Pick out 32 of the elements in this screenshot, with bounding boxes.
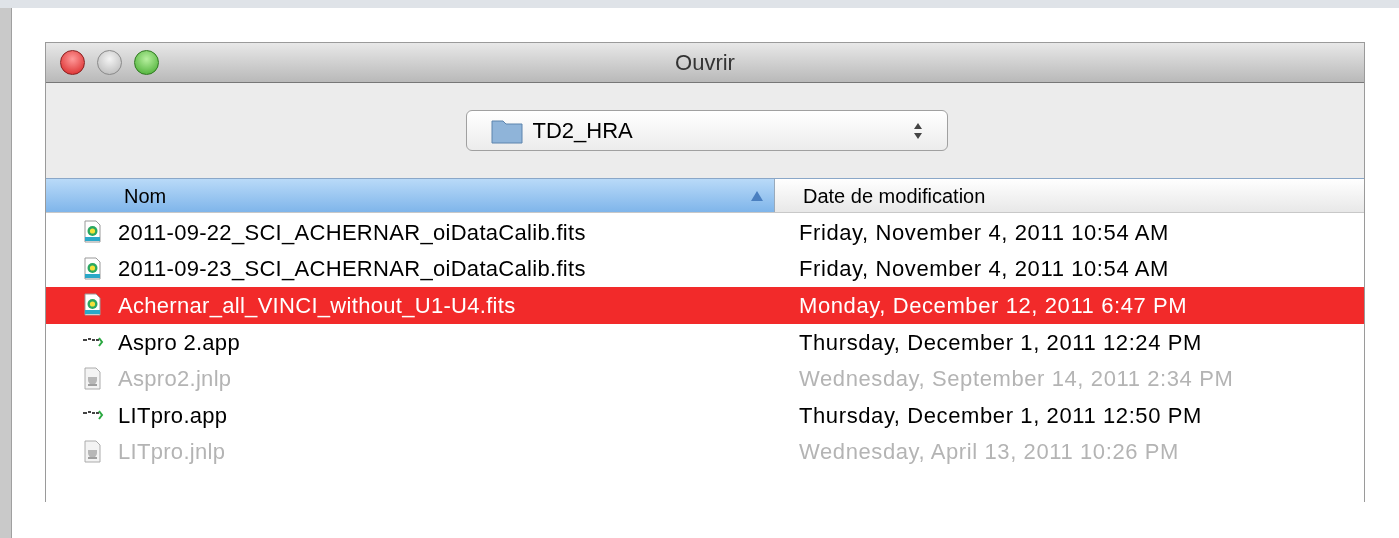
file-date: Friday, November 4, 2011 10:54 AM [799,256,1169,282]
file-date: Monday, December 12, 2011 6:47 PM [799,293,1188,318]
java-file-icon [82,366,104,391]
file-name: Achernar_all_VINCI_without_U1-U4.fits [118,292,516,320]
java-file-icon [82,439,104,464]
file-date: Friday, November 4, 2011 10:54 AM [799,219,1169,245]
file-date: Thursday, December 1, 2011 12:50 PM [799,402,1202,428]
file-name: 2011-09-23_SCI_ACHERNAR_oiDataCalib.fits [118,255,586,284]
file-date: Wednesday, September 14, 2011 2:34 PM [799,366,1234,392]
file-name: LITpro.jnlp [118,438,226,467]
file-row[interactable]: 2011-09-23_SCI_ACHERNAR_oiDataCalib.fits Friday, November 4, 2011 10:54 AM [46,250,1364,288]
folder-icon [490,117,523,144]
minimize-button[interactable] [97,50,122,75]
file-row[interactable]: Aspro 2.app Thursday, December 1, 2011 12:24 PM [46,323,1364,361]
fits-file-icon [82,256,104,281]
close-button[interactable] [60,50,85,75]
file-date: Thursday, December 1, 2011 12:24 PM [799,329,1202,355]
folder-dropdown[interactable]: TD2_HRA [465,110,948,151]
fits-file-icon [82,220,104,245]
file-date: Wednesday, April 13, 2011 10:26 PM [799,439,1179,465]
sort-arrow-icon [750,189,764,202]
file-row[interactable]: 2011-09-22_SCI_ACHERNAR_oiDataCalib.fits Friday, November 4, 2011 10:54 AM [46,214,1364,251]
file-name: 2011-09-22_SCI_ACHERNAR_oiDataCalib.fits [118,218,586,247]
fits-file-icon [82,293,104,318]
file-name: LITpro.app [118,401,228,430]
zoom-button[interactable] [134,50,159,75]
file-name: Aspro 2.app [118,328,240,357]
file-row[interactable]: Achernar_all_VINCI_without_U1-U4.fits Monday, December 12, 2011 6:47 PM [46,287,1364,324]
file-row[interactable]: LITpro.app Thursday, December 1, 2011 12:50 PM [46,396,1364,434]
window-title: Ouvrir [675,49,735,77]
column-header[interactable]: Nom [46,179,775,212]
file-name: Aspro2.jnlp [118,365,232,394]
